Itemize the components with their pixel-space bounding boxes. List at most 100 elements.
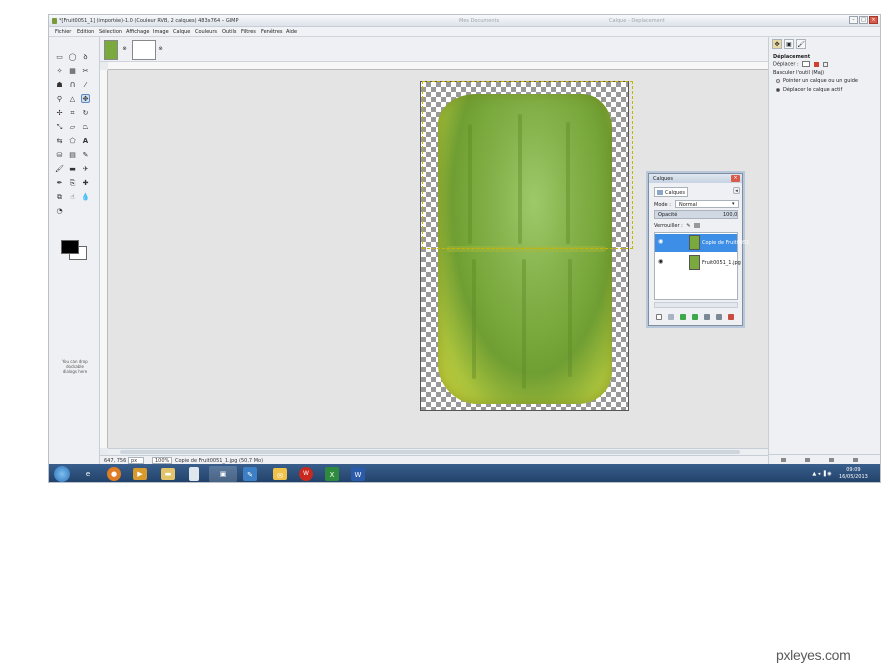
raise-layer-icon[interactable]: [680, 314, 686, 320]
color-select-icon[interactable]: ▦: [68, 67, 77, 76]
move-selection-icon[interactable]: [813, 61, 819, 67]
menu-calque[interactable]: Calque: [173, 29, 190, 35]
clone-icon[interactable]: ⎘: [68, 179, 77, 188]
media-taskbar-icon[interactable]: ▶: [133, 468, 147, 480]
close-icon[interactable]: ×: [731, 175, 740, 182]
paintbrush-icon[interactable]: 🖌: [55, 165, 64, 174]
flip-icon[interactable]: ⇆: [55, 137, 64, 146]
menu-image[interactable]: Image: [153, 29, 169, 35]
anchor-layer-icon[interactable]: [716, 314, 722, 320]
ink-icon[interactable]: ✒: [55, 179, 64, 188]
eraser-icon[interactable]: ▬: [68, 165, 77, 174]
free-select-icon[interactable]: ꝺ: [81, 53, 90, 62]
shear-icon[interactable]: ▱: [68, 123, 77, 132]
dialog-menu-icon[interactable]: ◂: [733, 187, 740, 194]
menu-fichier[interactable]: Fichier: [55, 29, 71, 35]
foreground-select-icon[interactable]: ☗: [55, 81, 64, 90]
image-thumbnail-2[interactable]: [132, 40, 156, 60]
fuzzy-select-icon[interactable]: ✧: [55, 67, 64, 76]
minimize-icon[interactable]: –: [849, 16, 858, 24]
pencil-icon[interactable]: ✎: [81, 151, 90, 160]
radio-pick-layer[interactable]: [776, 78, 780, 83]
close-image-icon-2[interactable]: ⊗: [156, 45, 165, 54]
tab-layers[interactable]: Calques: [654, 187, 688, 197]
eye-icon[interactable]: ◉: [658, 259, 665, 265]
new-layer-icon[interactable]: [656, 314, 662, 320]
document-taskbar-icon[interactable]: [189, 467, 199, 481]
menu-affichage[interactable]: Affichage: [126, 29, 150, 35]
menu-outils[interactable]: Outils: [222, 29, 236, 35]
text-tool-icon[interactable]: A: [81, 137, 90, 146]
firefox-taskbar-icon[interactable]: ●: [107, 467, 121, 481]
crop-icon[interactable]: ⌗: [68, 109, 77, 118]
menu-edition[interactable]: Edition: [77, 29, 94, 35]
menu-filtres[interactable]: Filtres: [241, 29, 256, 35]
blend-icon[interactable]: ▤: [68, 151, 77, 160]
dodge-burn-icon[interactable]: ◔: [55, 207, 64, 216]
device-status-tab-icon[interactable]: ▣: [784, 39, 794, 49]
mail-taskbar-icon[interactable]: ✉: [273, 468, 287, 480]
menu-couleurs[interactable]: Couleurs: [195, 29, 217, 35]
scale-icon[interactable]: ⤡: [55, 123, 64, 132]
option-move-active[interactable]: Déplacer le calque actif: [776, 87, 842, 93]
radio-move-active[interactable]: [776, 87, 780, 92]
layer-row[interactable]: ◉ Fruit0051_1.jpg: [655, 254, 741, 272]
ie-taskbar-icon[interactable]: e: [77, 466, 99, 482]
new-group-icon[interactable]: [668, 314, 674, 320]
word-taskbar-icon[interactable]: W: [351, 467, 365, 481]
heal-icon[interactable]: ✚: [81, 179, 90, 188]
ellipse-select-icon[interactable]: ◯: [68, 53, 77, 62]
layer-row[interactable]: ◉ Copie de Fruit0051: [655, 234, 749, 252]
rotate-icon[interactable]: ↻: [81, 109, 90, 118]
lower-layer-icon[interactable]: [692, 314, 698, 320]
lock-pixels-icon[interactable]: ✎: [686, 223, 690, 229]
eye-icon[interactable]: ◉: [658, 239, 665, 245]
move-path-icon[interactable]: [822, 61, 828, 67]
menu-selection[interactable]: Sélection: [99, 29, 122, 35]
foreground-color-swatch[interactable]: [61, 240, 79, 254]
scrollbar-thumb[interactable]: [120, 450, 740, 454]
reset-options-icon[interactable]: [853, 458, 858, 462]
bucket-fill-icon[interactable]: ⛁: [55, 151, 64, 160]
maximize-icon[interactable]: □: [859, 16, 868, 24]
taskbar-clock[interactable]: 09:09 16/05/2013: [839, 467, 868, 481]
rect-select-icon[interactable]: ▭: [55, 53, 64, 62]
gimp-taskbar-icon[interactable]: ▣: [209, 466, 237, 482]
horizontal-scrollbar[interactable]: [108, 448, 768, 455]
close-icon[interactable]: ×: [869, 16, 878, 24]
excel-taskbar-icon[interactable]: X: [325, 467, 339, 481]
lock-alpha-icon[interactable]: [694, 223, 701, 228]
start-button[interactable]: [54, 466, 70, 482]
mode-select[interactable]: Normal ▾: [675, 200, 739, 208]
folder-taskbar-icon[interactable]: ▬: [161, 468, 175, 480]
antivirus-taskbar-icon[interactable]: W: [299, 467, 313, 481]
color-picker-icon[interactable]: ⁄: [81, 81, 90, 90]
opacity-slider[interactable]: Opacité 100,0: [654, 210, 738, 219]
zoom-icon[interactable]: ⚲: [55, 95, 64, 104]
menu-fenetres[interactable]: Fenêtres: [261, 29, 283, 35]
cage-icon[interactable]: ⬠: [68, 137, 77, 146]
paths-icon[interactable]: ᑎ: [68, 81, 77, 90]
move-tool-icon[interactable]: ✥: [81, 94, 90, 103]
align-icon[interactable]: ✢: [55, 109, 64, 118]
option-pick-layer[interactable]: Pointer un calque ou un guide: [776, 78, 858, 84]
duplicate-layer-icon[interactable]: [704, 314, 710, 320]
delete-layer-icon[interactable]: [728, 314, 734, 320]
tool-options-tab-icon[interactable]: ✥: [772, 39, 782, 49]
measure-icon[interactable]: △: [68, 95, 77, 104]
paint-taskbar-icon[interactable]: ✎: [243, 467, 257, 481]
brushes-tab-icon[interactable]: 🖌: [796, 39, 806, 49]
smudge-icon[interactable]: ☝: [68, 193, 77, 202]
scissors-icon[interactable]: ✂: [81, 67, 90, 76]
zoom-select[interactable]: 100%: [152, 457, 172, 464]
layers-scrollbar[interactable]: [654, 302, 738, 308]
layers-dialog-titlebar[interactable]: Calques ×: [649, 174, 742, 183]
airbrush-icon[interactable]: ✈: [81, 165, 90, 174]
menu-aide[interactable]: Aide: [286, 29, 297, 35]
image-thumbnail-1[interactable]: [104, 40, 118, 60]
blur-icon[interactable]: 💧: [81, 193, 90, 202]
delete-options-icon[interactable]: [829, 458, 834, 462]
save-options-icon[interactable]: [781, 458, 786, 462]
restore-options-icon[interactable]: [805, 458, 810, 462]
close-image-icon[interactable]: ⊗: [120, 45, 129, 54]
